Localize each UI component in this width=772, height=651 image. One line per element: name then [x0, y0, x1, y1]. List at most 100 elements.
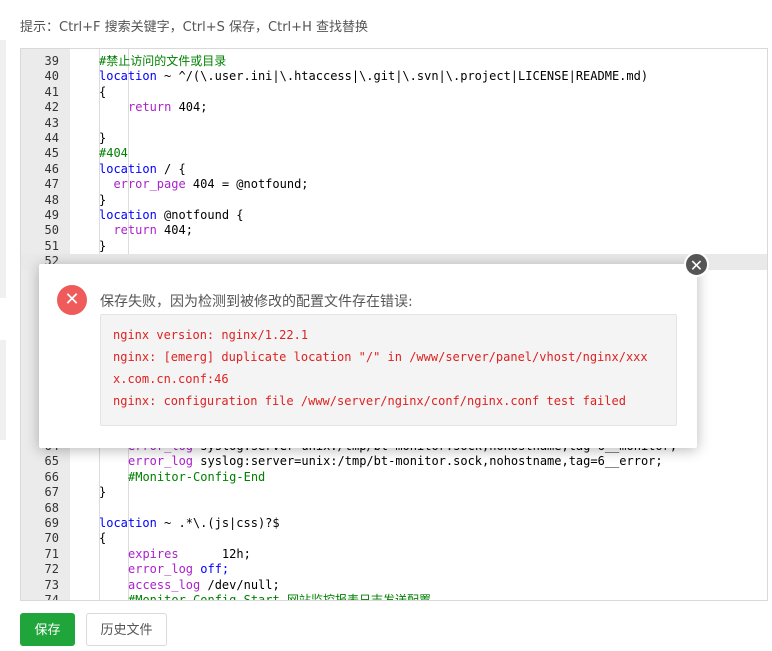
code-line[interactable]: 68 [21, 501, 767, 516]
line-code: error_log syslog:server=unix:/tmp/bt-mon… [128, 454, 663, 469]
line-code: location @notfound { [99, 208, 244, 223]
code-line[interactable]: 42 return 404; [21, 100, 767, 115]
code-line[interactable]: 41 { [21, 85, 767, 100]
code-token: { [99, 84, 107, 99]
code-token: location [99, 69, 157, 84]
code-line[interactable]: 67} [21, 485, 767, 500]
code-line[interactable]: 73 access_log /dev/null; [21, 578, 767, 593]
code-line[interactable]: 71 expires 12h; [21, 547, 767, 562]
code-token: location [99, 208, 157, 222]
error-detail-line: nginx version: nginx/1.22.1 [113, 328, 309, 342]
code-line[interactable]: 49 location @notfound { [21, 208, 767, 223]
code-token: error_log [128, 562, 194, 577]
line-number: 70 [44, 531, 59, 546]
code-token: } [99, 131, 107, 145]
code-line[interactable]: 43 [21, 116, 767, 131]
line-number: 71 [44, 546, 59, 561]
code-token: error_page [99, 177, 186, 192]
error-dialog: ✕ 保存失败，因为检测到被修改的配置文件存在错误: nginx version:… [39, 264, 697, 448]
line-number: 65 [44, 454, 59, 469]
code-token: location [99, 516, 157, 530]
background-panel-edge [0, 340, 6, 440]
code-line[interactable]: 74 #Monitor-Config-Start 网站监控报表日志发送配置 [21, 593, 767, 601]
code-token: } [99, 485, 107, 500]
code-line[interactable]: 69 location ~ .*\.(js|css)?$ [21, 516, 767, 531]
code-line[interactable]: 48} [21, 193, 767, 208]
close-dialog-button[interactable]: ✕ [684, 252, 709, 277]
line-code: location / { [99, 162, 186, 177]
line-code: } [99, 131, 106, 146]
code-token: } [99, 192, 107, 207]
line-code: { [99, 85, 106, 100]
code-token: #Monitor-Config-Start 网站监控报表日志发送配置 [128, 593, 431, 601]
error-message: 保存失败，因为检测到被修改的配置文件存在错误: [100, 294, 413, 310]
background-panel-edge [0, 40, 6, 298]
line-code: return 404; [128, 100, 207, 115]
code-token: } [99, 238, 107, 253]
line-number: 44 [44, 131, 59, 145]
line-code: #404 [99, 146, 128, 161]
code-token: #禁止访问的文件或目录 [99, 54, 227, 68]
line-code: } [99, 485, 106, 500]
code-line[interactable]: 47 error_page 404 = @notfound; [21, 177, 767, 192]
code-line[interactable]: 70 { [21, 531, 767, 546]
save-button[interactable]: 保存 [20, 613, 75, 646]
line-number: 69 [44, 516, 59, 530]
code-token: /dev/null; [200, 577, 280, 592]
code-line[interactable]: 66 #Monitor-Config-End [21, 470, 767, 485]
code-line[interactable]: 46 location / { [21, 162, 767, 177]
line-code: #禁止访问的文件或目录 [99, 54, 226, 69]
code-token: @notfound { [156, 208, 244, 222]
error-icon: ✕ [57, 285, 87, 315]
line-code: access_log /dev/null; [128, 578, 280, 593]
line-code: #Monitor-Config-End [128, 470, 265, 485]
line-code: return 404; [99, 223, 193, 238]
error-detail-line: x.com.cn.conf:46 [113, 372, 229, 386]
code-token: ~ .*\.(js|css)?$ [156, 516, 280, 530]
code-token: 12h; [178, 546, 251, 561]
error-detail-line: nginx: configuration file /www/server/ng… [113, 394, 626, 408]
line-number: 49 [44, 208, 59, 222]
line-number: 40 [44, 69, 59, 84]
line-number: 42 [44, 100, 59, 115]
line-number: 51 [44, 238, 59, 253]
code-token: error_log [128, 454, 194, 469]
code-line[interactable]: 39 #禁止访问的文件或目录 [21, 54, 767, 69]
line-number: 74 [44, 593, 59, 601]
code-token: 404; [171, 100, 208, 115]
line-code: #Monitor-Config-Start 网站监控报表日志发送配置 [128, 593, 431, 601]
code-line[interactable]: 72 error_log off; [21, 562, 767, 577]
line-code: error_log off; [128, 562, 229, 577]
line-number: 41 [44, 84, 59, 99]
code-line[interactable]: 50 return 404; [21, 223, 767, 238]
code-line[interactable]: 51} [21, 239, 767, 254]
code-token: ~ ^/(\.user.ini|\.htaccess|\.git|\.svn|\… [156, 69, 649, 84]
shortcut-hint: 提示：Ctrl+F 搜索关键字，Ctrl+S 保存，Ctrl+H 查找替换 [20, 20, 368, 35]
code-token: syslog:server=unix:/tmp/bt-monitor.sock,… [193, 454, 663, 469]
history-files-button[interactable]: 历史文件 [86, 613, 167, 646]
line-code: expires 12h; [128, 547, 251, 562]
line-code: location ~ ^/(\.user.ini|\.htaccess|\.gi… [99, 69, 648, 84]
line-number: 48 [44, 192, 59, 207]
line-number: 66 [44, 469, 59, 484]
line-code: { [99, 531, 106, 546]
code-token: { [99, 531, 107, 546]
code-token: 404; [156, 223, 193, 238]
line-number: 67 [44, 485, 59, 500]
code-line[interactable]: 40 location ~ ^/(\.user.ini|\.htaccess|\.… [21, 69, 767, 84]
line-code: location ~ .*\.(js|css)?$ [99, 516, 280, 531]
code-line[interactable]: 44} [21, 131, 767, 146]
code-token: location [99, 161, 157, 176]
code-line[interactable]: 65 error_log syslog:server=unix:/tmp/bt-m… [21, 454, 767, 469]
line-code: } [99, 239, 106, 254]
line-number: 50 [44, 223, 59, 238]
code-token: off; [193, 562, 230, 577]
line-number: 72 [44, 562, 59, 577]
code-token: return [128, 100, 172, 115]
code-token: expires [128, 546, 179, 561]
code-token: 404 = @notfound; [185, 177, 309, 192]
code-line[interactable]: 45 #404 [21, 146, 767, 161]
error-detail-line: nginx: [emerg] duplicate location "/" in… [113, 350, 648, 364]
code-token: access_log [128, 577, 201, 592]
code-token: #Monitor-Config-End [128, 469, 266, 484]
